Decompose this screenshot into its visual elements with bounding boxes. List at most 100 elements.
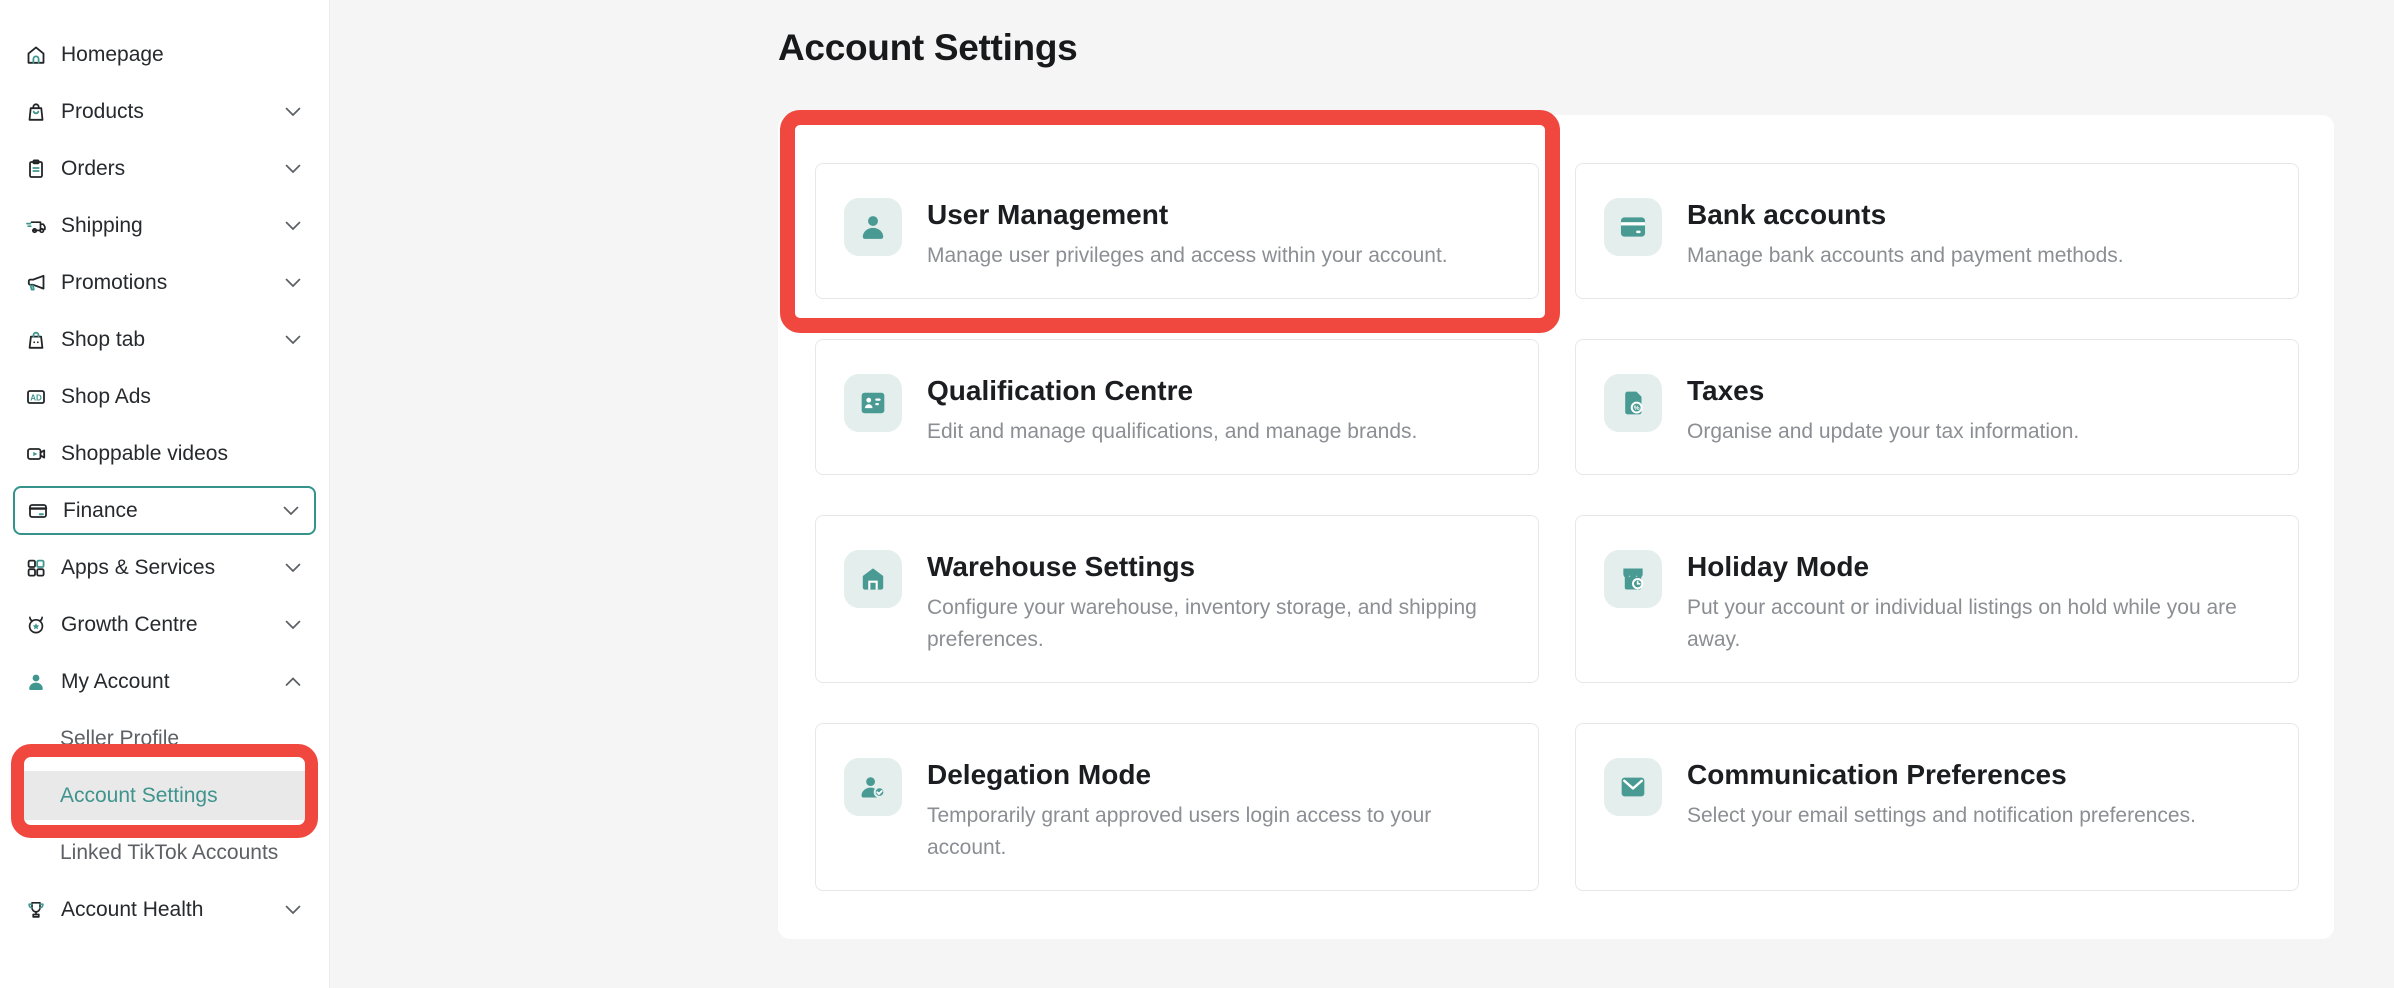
sidebar-item-label: Shop Ads [61, 385, 302, 409]
card-title: Warehouse Settings [927, 550, 1510, 584]
sidebar-item-label: My Account [61, 670, 271, 694]
chevron-down-icon [284, 616, 302, 634]
card-description: Put your account or individual listings … [1687, 592, 2270, 656]
chevron-down-icon [284, 559, 302, 577]
user-icon [844, 198, 902, 256]
chevron-down-icon [284, 160, 302, 178]
bag-smile-icon [24, 100, 48, 124]
card-text: Taxes Organise and update your tax infor… [1687, 374, 2079, 448]
sidebar-item-account-settings[interactable]: Account Settings [13, 771, 316, 820]
chevron-down-icon [284, 274, 302, 292]
card-description: Organise and update your tax information… [1687, 416, 2079, 448]
sidebar-item-label: Seller Profile [60, 727, 179, 751]
truck-icon [24, 214, 48, 238]
sidebar-item-label: Orders [61, 157, 271, 181]
card-user-management[interactable]: User Management Manage user privileges a… [815, 163, 1539, 299]
clipboard-icon [24, 157, 48, 181]
sidebar-item-label: Account Settings [60, 784, 218, 808]
person-check-icon [844, 758, 902, 816]
sidebar-item-label: Linked TikTok Accounts [60, 841, 278, 865]
main-content: Account Settings User Management Manage … [778, 0, 2334, 69]
video-camera-icon [24, 442, 48, 466]
sidebar-item-growth-centre[interactable]: Growth Centre [13, 600, 316, 649]
apps-grid-icon [24, 556, 48, 580]
card-text: Bank accounts Manage bank accounts and p… [1687, 198, 2124, 272]
sidebar-item-finance[interactable]: Finance [13, 486, 316, 535]
sidebar-item-seller-profile[interactable]: Seller Profile [13, 714, 316, 763]
sidebar: Homepage Products Orders [0, 0, 330, 988]
svg-text:AD: AD [30, 393, 42, 402]
ad-badge-icon: AD [24, 385, 48, 409]
card-text: Communication Preferences Select your em… [1687, 758, 2196, 832]
sidebar-item-label: Products [61, 100, 271, 124]
card-bank-accounts[interactable]: Bank accounts Manage bank accounts and p… [1575, 163, 2299, 299]
sidebar-item-orders[interactable]: Orders [13, 144, 316, 193]
shop-bag-icon [24, 328, 48, 352]
sidebar-item-shoppable-videos[interactable]: Shoppable videos [13, 429, 316, 478]
megaphone-icon [24, 271, 48, 295]
chevron-down-icon [284, 901, 302, 919]
tax-document-icon: % [1604, 374, 1662, 432]
sidebar-item-account-health[interactable]: Account Health [13, 885, 316, 934]
sidebar-item-linked-tiktok-accounts[interactable]: Linked TikTok Accounts [13, 828, 316, 877]
svg-text:%: % [1634, 405, 1640, 412]
warehouse-icon [844, 550, 902, 608]
sidebar-item-label: Homepage [61, 43, 302, 67]
card-title: User Management [927, 198, 1448, 232]
sidebar-item-my-account[interactable]: My Account [13, 657, 316, 706]
card-description: Temporarily grant approved users login a… [927, 800, 1510, 864]
card-title: Holiday Mode [1687, 550, 2270, 584]
page-title: Account Settings [778, 27, 2334, 69]
sidebar-item-label: Shoppable videos [61, 442, 302, 466]
card-holiday-mode[interactable]: Holiday Mode Put your account or individ… [1575, 515, 2299, 683]
card-text: Holiday Mode Put your account or individ… [1687, 550, 2270, 656]
card-title: Qualification Centre [927, 374, 1417, 408]
chevron-down-icon [284, 217, 302, 235]
card-title: Communication Preferences [1687, 758, 2196, 792]
sidebar-item-apps-services[interactable]: Apps & Services [13, 543, 316, 592]
card-title: Bank accounts [1687, 198, 2124, 232]
sidebar-item-shipping[interactable]: Shipping [13, 201, 316, 250]
card-description: Edit and manage qualifications, and mana… [927, 416, 1417, 448]
sidebar-item-shop-ads[interactable]: AD Shop Ads [13, 372, 316, 421]
card-text: Delegation Mode Temporarily grant approv… [927, 758, 1510, 864]
chevron-up-icon [284, 673, 302, 691]
sidebar-item-promotions[interactable]: Promotions [13, 258, 316, 307]
sidebar-item-label: Shipping [61, 214, 271, 238]
card-taxes[interactable]: % Taxes Organise and update your tax inf… [1575, 339, 2299, 475]
chevron-down-icon [282, 502, 300, 520]
trophy-icon [24, 898, 48, 922]
sidebar-item-label: Finance [63, 499, 269, 523]
settings-cards-grid: User Management Manage user privileges a… [815, 163, 2299, 891]
card-communication-preferences[interactable]: Communication Preferences Select your em… [1575, 723, 2299, 891]
sidebar-item-shop-tab[interactable]: Shop tab [13, 315, 316, 364]
person-icon [24, 670, 48, 694]
card-description: Select your email settings and notificat… [1687, 800, 2196, 832]
card-text: User Management Manage user privileges a… [927, 198, 1448, 272]
home-icon [24, 43, 48, 67]
card-delegation-mode[interactable]: Delegation Mode Temporarily grant approv… [815, 723, 1539, 891]
envelope-icon [1604, 758, 1662, 816]
card-warehouse-settings[interactable]: Warehouse Settings Configure your wareho… [815, 515, 1539, 683]
sidebar-item-products[interactable]: Products [13, 87, 316, 136]
credit-card-icon [26, 499, 50, 523]
sidebar-item-label: Account Health [61, 898, 271, 922]
card-description: Configure your warehouse, inventory stor… [927, 592, 1510, 656]
sidebar-item-label: Apps & Services [61, 556, 271, 580]
card-description: Manage user privileges and access within… [927, 240, 1448, 272]
sidebar-item-label: Promotions [61, 271, 271, 295]
card-title: Delegation Mode [927, 758, 1510, 792]
card-qualification-centre[interactable]: Qualification Centre Edit and manage qua… [815, 339, 1539, 475]
sidebar-item-label: Shop tab [61, 328, 271, 352]
settings-panel: User Management Manage user privileges a… [778, 115, 2334, 939]
card-title: Taxes [1687, 374, 2079, 408]
id-card-icon [844, 374, 902, 432]
medal-icon [24, 613, 48, 637]
chevron-down-icon [284, 331, 302, 349]
card-text: Qualification Centre Edit and manage qua… [927, 374, 1417, 448]
storefront-clock-icon [1604, 550, 1662, 608]
card-description: Manage bank accounts and payment methods… [1687, 240, 2124, 272]
sidebar-item-homepage[interactable]: Homepage [13, 30, 316, 79]
chevron-down-icon [284, 103, 302, 121]
bank-card-icon [1604, 198, 1662, 256]
